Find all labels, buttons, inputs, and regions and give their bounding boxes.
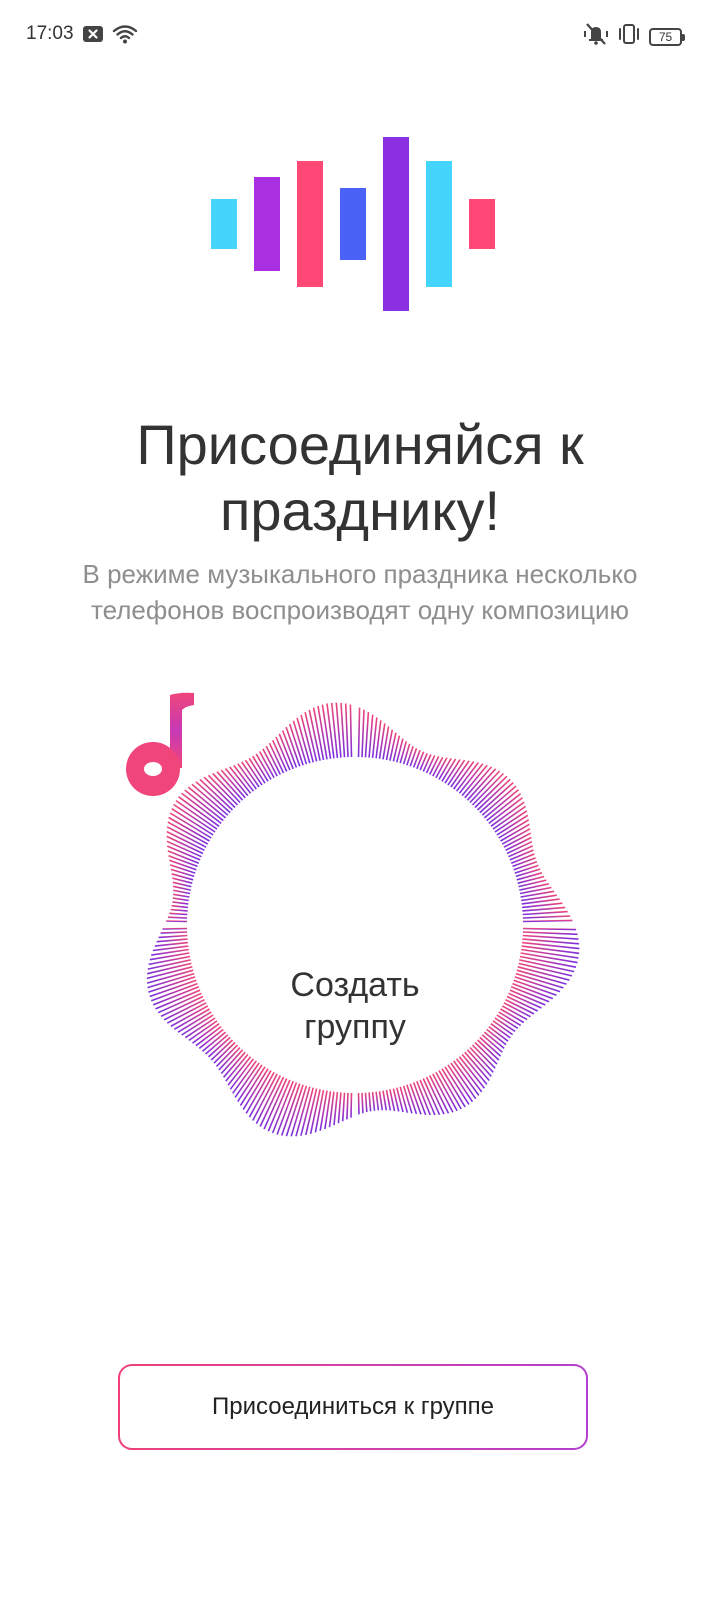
ring-line	[237, 763, 257, 790]
ring-line	[492, 805, 527, 830]
ring-line	[515, 868, 541, 878]
ring-line	[167, 916, 188, 919]
ring-line	[216, 771, 244, 801]
ring-line	[160, 931, 188, 934]
ring-line	[166, 840, 202, 858]
page-description: В режиме музыкального праздника нескольк…	[82, 559, 638, 625]
ring-line	[371, 1092, 376, 1111]
ring-line	[169, 864, 196, 874]
ring-line	[522, 927, 577, 931]
create-group-label-line1: Создать	[290, 966, 420, 1004]
music-note-icon	[126, 692, 194, 796]
ring-line	[173, 889, 191, 895]
logo-bar	[211, 199, 237, 249]
ring-line	[399, 1086, 409, 1113]
ring-line	[172, 901, 189, 905]
ring-line	[340, 702, 346, 758]
ring-line	[337, 1092, 342, 1124]
logo-bar	[340, 188, 366, 260]
ring-line	[422, 1078, 441, 1116]
ring-line	[364, 1092, 368, 1113]
ring-line	[220, 769, 246, 799]
ring-line	[357, 707, 361, 758]
ring-line	[500, 823, 530, 842]
logo-bar	[297, 161, 323, 287]
ring-line	[450, 760, 470, 788]
ring-line	[321, 704, 332, 759]
ring-line	[350, 1092, 353, 1118]
ring-line	[522, 915, 571, 919]
ring-line	[172, 885, 191, 891]
ring-line	[154, 941, 188, 947]
logo-bar	[426, 161, 452, 287]
ring-line	[156, 938, 188, 943]
ring-line	[422, 754, 432, 772]
ring-line	[346, 1092, 349, 1120]
ring-line	[169, 912, 188, 916]
ring-line	[170, 908, 188, 912]
ring-line	[244, 759, 263, 786]
ring-line	[385, 1089, 392, 1111]
ring-line	[522, 910, 568, 916]
ring-line	[158, 934, 188, 939]
ring-line	[447, 759, 466, 786]
ring-line	[522, 931, 578, 936]
ring-line	[349, 704, 353, 758]
ring-line	[344, 703, 349, 758]
ring-line	[361, 1092, 364, 1114]
ring-line	[513, 860, 538, 871]
create-group-label: Создать группу	[120, 964, 590, 1048]
ring-line	[522, 934, 579, 940]
ring-line	[333, 1092, 339, 1126]
ring-line	[458, 763, 484, 794]
ring-line	[425, 755, 436, 774]
ring-line	[382, 1090, 388, 1111]
ring-line	[464, 1051, 490, 1082]
ring-line	[364, 712, 370, 758]
create-group-button[interactable]: Создать группу	[120, 690, 590, 1160]
ring-line	[166, 920, 188, 923]
ring-line	[314, 1089, 325, 1133]
join-group-label: Присоединиться к группе	[120, 1366, 586, 1448]
ring-line	[162, 927, 188, 930]
create-group-label-line2: группу	[304, 1008, 406, 1046]
ring-line	[522, 919, 573, 923]
ring-line	[341, 1092, 346, 1122]
sound-wave-logo-icon	[0, 0, 720, 330]
ring-line	[215, 1044, 239, 1067]
page-title: Присоединяйся к празднику!	[136, 413, 584, 542]
logo-bar	[383, 137, 409, 311]
join-group-button[interactable]: Присоединиться к группе	[118, 1364, 588, 1450]
logo-bar	[254, 177, 280, 271]
ring-line	[375, 1091, 380, 1111]
ring-line	[522, 906, 566, 912]
ring-line	[229, 1058, 255, 1090]
ring-line	[171, 904, 188, 909]
ring-line	[172, 897, 189, 902]
ring-line	[241, 761, 260, 788]
ring-line	[461, 1053, 488, 1085]
ring-line	[232, 1060, 257, 1094]
ring-line	[361, 709, 365, 758]
logo-bar	[469, 199, 495, 249]
ring-line	[368, 1092, 372, 1112]
ring-line	[514, 864, 539, 874]
ring-line	[357, 1092, 360, 1115]
ring-line	[173, 893, 190, 898]
ring-line	[368, 714, 374, 758]
ring-line	[378, 1091, 384, 1111]
